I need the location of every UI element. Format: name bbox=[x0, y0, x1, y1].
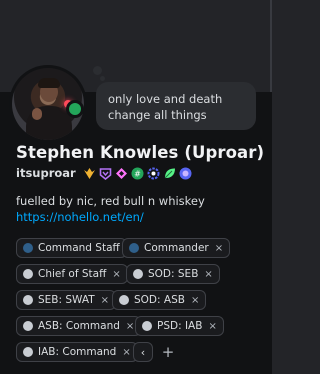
quest-icon[interactable] bbox=[147, 167, 160, 180]
leaf-icon[interactable] bbox=[163, 167, 176, 180]
custom-status-bubble[interactable]: only love and death change all things bbox=[96, 82, 256, 130]
role-color-icon bbox=[133, 269, 143, 279]
orbs-icon[interactable] bbox=[179, 167, 192, 180]
role-color-icon bbox=[23, 243, 33, 253]
display-name: Stephen Knowles (Uproar) bbox=[16, 143, 265, 162]
role-color-icon bbox=[129, 243, 139, 253]
thought-bubble-dot bbox=[93, 66, 102, 75]
remove-role-icon[interactable]: × bbox=[101, 295, 109, 306]
role-label: Command Staff bbox=[38, 242, 120, 254]
role-color-icon bbox=[23, 347, 33, 357]
online-status-icon bbox=[66, 100, 84, 118]
role-label: Chief of Staff bbox=[38, 268, 107, 280]
remove-role-icon[interactable]: × bbox=[122, 347, 130, 358]
remove-role-icon[interactable]: × bbox=[204, 269, 212, 280]
role-label: ASB: Command bbox=[38, 320, 120, 332]
username[interactable]: itsuproar bbox=[16, 166, 76, 180]
role-label: SOD: SEB bbox=[148, 268, 199, 280]
remove-role-icon[interactable]: × bbox=[208, 321, 216, 332]
username-row: itsuproar # bbox=[16, 165, 195, 181]
role-command-staff[interactable]: Command Staff bbox=[16, 238, 127, 258]
bio-link[interactable]: https://nohello.net/en/ bbox=[16, 210, 144, 225]
role-sod-seb[interactable]: SOD: SEB × bbox=[126, 264, 220, 284]
remove-role-icon[interactable]: × bbox=[215, 243, 223, 254]
role-color-icon bbox=[23, 321, 33, 331]
role-chief-of-staff[interactable]: Chief of Staff × bbox=[16, 264, 128, 284]
plus-icon: + bbox=[161, 343, 175, 361]
chevron-left-icon: ‹ bbox=[140, 345, 146, 359]
role-label: Commander bbox=[144, 242, 209, 254]
role-color-icon bbox=[119, 295, 129, 305]
role-color-icon bbox=[142, 321, 152, 331]
role-commander[interactable]: Commander × bbox=[122, 238, 231, 258]
bio-text: fuelled by nic, red bull n whiskey bbox=[16, 194, 205, 208]
role-color-icon bbox=[23, 269, 33, 279]
role-sod-asb[interactable]: SOD: ASB × bbox=[112, 290, 207, 310]
thought-bubble-dot-small bbox=[100, 76, 105, 81]
role-color-icon bbox=[23, 295, 33, 305]
server-boost-icon[interactable] bbox=[115, 167, 128, 180]
role-seb-swat[interactable]: SEB: SWAT × bbox=[16, 290, 117, 310]
svg-text:#: # bbox=[134, 169, 141, 178]
role-label: PSD: IAB bbox=[157, 320, 203, 332]
role-psd-iab[interactable]: PSD: IAB × bbox=[135, 316, 224, 336]
role-label: SOD: ASB bbox=[134, 294, 185, 306]
active-developer-icon[interactable]: # bbox=[131, 167, 144, 180]
role-asb-command[interactable]: ASB: Command × bbox=[16, 316, 142, 336]
hypesquad-icon[interactable] bbox=[83, 167, 96, 180]
role-label: IAB: Command bbox=[38, 346, 117, 358]
remove-role-icon[interactable]: × bbox=[112, 269, 120, 280]
collapse-roles-button[interactable]: ‹ bbox=[133, 342, 153, 362]
role-label: SEB: SWAT bbox=[38, 294, 95, 306]
remove-role-icon[interactable]: × bbox=[191, 295, 199, 306]
add-role-button[interactable]: + bbox=[160, 342, 176, 362]
role-iab-command[interactable]: IAB: Command × bbox=[16, 342, 138, 362]
nitro-icon[interactable] bbox=[99, 167, 112, 180]
remove-role-icon[interactable]: × bbox=[126, 321, 134, 332]
